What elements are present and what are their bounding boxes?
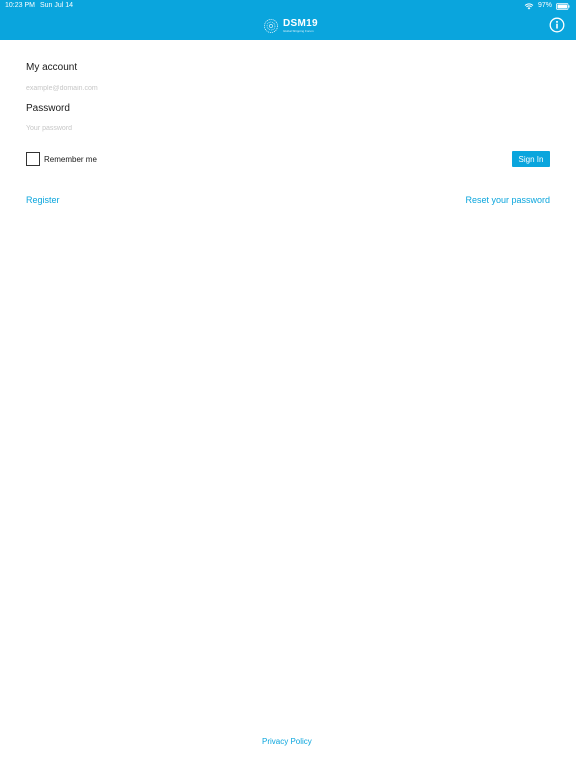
password-field[interactable] <box>26 121 546 135</box>
info-icon[interactable] <box>549 17 565 33</box>
brand-logo: DSM19 Global Shipping Forum <box>263 16 318 36</box>
remember-me-toggle[interactable]: Remember me <box>26 151 97 167</box>
sign-in-button[interactable]: Sign In <box>512 151 550 167</box>
account-label: My account <box>26 62 78 73</box>
brand-text: DSM19 Global Shipping Forum <box>283 19 318 33</box>
status-indicators: 97% <box>524 1 570 11</box>
header-bar: 10:23 PM Sun Jul 14 97% DSM19 Global Shi… <box>0 0 576 40</box>
password-label: Password <box>26 103 70 114</box>
brand-tagline: Global Shipping Forum <box>283 29 314 33</box>
register-link[interactable]: Register <box>26 195 60 205</box>
battery-icon <box>556 2 570 10</box>
privacy-policy-link[interactable]: Privacy Policy <box>262 737 312 746</box>
nav-bar: DSM19 Global Shipping Forum <box>0 12 576 40</box>
reset-password-link[interactable]: Reset your password <box>465 195 550 205</box>
status-time: 10:23 PM <box>5 2 35 9</box>
battery-percent: 97% <box>537 2 552 9</box>
remember-me-label: Remember me <box>44 154 97 164</box>
login-screen: 10:23 PM Sun Jul 14 97% DSM19 Global Shi… <box>0 0 576 768</box>
email-field[interactable] <box>26 81 546 95</box>
status-bar: 10:23 PM Sun Jul 14 97% <box>0 0 576 12</box>
brand-name: DSM19 <box>283 18 318 29</box>
globe-icon <box>264 19 278 33</box>
status-date: Sun Jul 14 <box>40 2 74 9</box>
remember-me-checkbox[interactable] <box>26 152 40 166</box>
wifi-icon <box>524 3 534 10</box>
